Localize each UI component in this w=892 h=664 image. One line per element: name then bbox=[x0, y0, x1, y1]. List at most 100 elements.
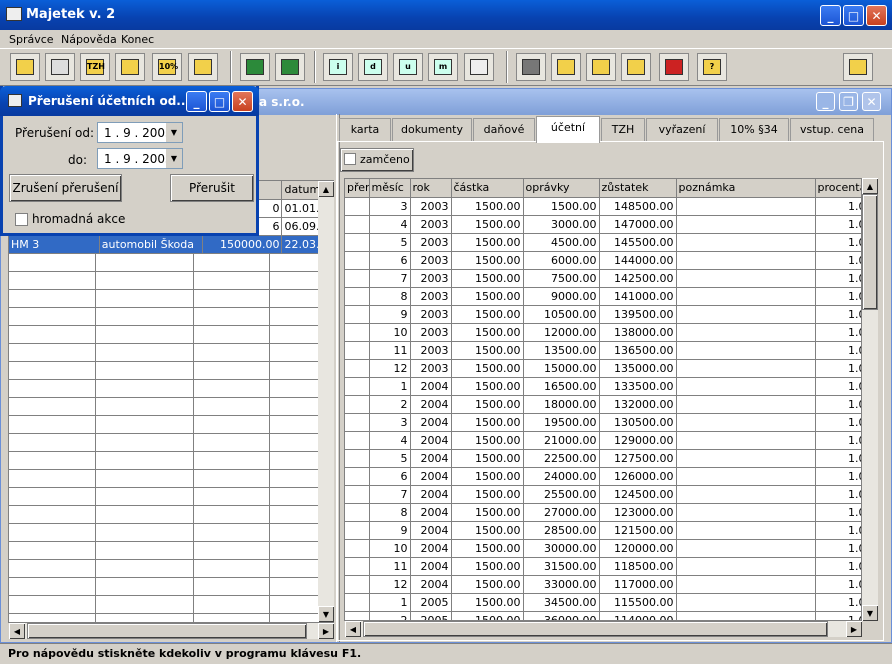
tab-2[interactable]: daňové bbox=[473, 118, 535, 142]
table-row[interactable]: 620041500.0024000.00126000.00 1.00 bbox=[345, 467, 861, 486]
child-close-icon[interactable]: ✕ bbox=[862, 92, 881, 111]
info-d-icon-button[interactable]: d bbox=[358, 53, 388, 81]
table-row[interactable]: 120041500.0016500.00133500.00 1.00 bbox=[345, 377, 861, 396]
mass-action-checkbox[interactable] bbox=[15, 213, 28, 226]
table-row[interactable]: 620031500.006000.00144000.00 1.00 bbox=[345, 251, 861, 270]
table-row[interactable] bbox=[9, 469, 320, 488]
upload-icon-button[interactable] bbox=[188, 53, 218, 81]
close-icon[interactable]: ✕ bbox=[866, 5, 887, 26]
table-row[interactable]: 820041500.0027000.00123000.00 1.00 bbox=[345, 503, 861, 522]
table-row[interactable]: 1120041500.0031500.00118500.00 1.00 bbox=[345, 557, 861, 576]
tab-1[interactable]: dokumenty bbox=[392, 118, 472, 142]
scroll-down-icon[interactable]: ▼ bbox=[862, 605, 878, 621]
scroll-up-icon[interactable]: ▲ bbox=[318, 181, 334, 197]
dropdown-icon[interactable]: ▼ bbox=[166, 123, 182, 142]
table-row[interactable]: 320031500.001500.00148500.001.00 bbox=[345, 197, 861, 216]
dialog-minimize-icon[interactable]: _ bbox=[186, 91, 207, 112]
scroll-left-icon[interactable]: ◀ bbox=[345, 621, 361, 637]
table-row[interactable] bbox=[9, 433, 320, 452]
scroll-right-icon[interactable]: ▶ bbox=[318, 623, 334, 639]
child-restore-icon[interactable]: ❐ bbox=[839, 92, 858, 111]
tab-4[interactable]: TZH bbox=[601, 118, 645, 142]
open-folder-icon-button[interactable] bbox=[10, 53, 40, 81]
tab-6[interactable]: 10% §34 bbox=[719, 118, 789, 142]
chart-icon-button[interactable] bbox=[464, 53, 494, 81]
hscroll-thumb[interactable] bbox=[27, 623, 307, 639]
table-row[interactable]: 720031500.007500.00142500.00 1.00 bbox=[345, 269, 861, 288]
table-row[interactable] bbox=[9, 379, 320, 398]
table-row[interactable] bbox=[9, 505, 320, 524]
scroll-down-icon[interactable]: ▼ bbox=[318, 606, 334, 622]
right-grid[interactable]: přer měsíc rok částka oprávky zůstatek poznámk… bbox=[344, 178, 862, 621]
to-date-input[interactable]: 1 . 9 . 2003 ▼ bbox=[97, 148, 183, 169]
tzh-icon-button[interactable]: TZH bbox=[80, 53, 110, 81]
left-grid[interactable]: datum p 0 01.01.95 6 06.09.02 HM 3 automobi… bbox=[8, 180, 334, 623]
dialog-close-icon[interactable]: ✕ bbox=[232, 91, 253, 112]
table-row[interactable]: 1120031500.0013500.00136500.00 1.00 bbox=[345, 341, 861, 360]
right-vscroll[interactable]: ▲ ▼ bbox=[862, 178, 878, 621]
from-date-input[interactable]: 1 . 9 . 2003 ▼ bbox=[97, 122, 183, 143]
column-header[interactable]: částka bbox=[451, 179, 524, 198]
table-row[interactable]: 1020041500.0030000.00120000.00 1.00 bbox=[345, 539, 861, 558]
table-row[interactable]: 820031500.009000.00141000.00 1.00 bbox=[345, 287, 861, 306]
table-row[interactable] bbox=[9, 595, 320, 614]
edit-icon-button[interactable] bbox=[551, 53, 581, 81]
table-row[interactable] bbox=[9, 361, 320, 380]
tab-5[interactable]: vyřazení bbox=[646, 118, 718, 142]
table-row[interactable]: 120051500.0034500.00115500.00 1.00 bbox=[345, 593, 861, 612]
vscroll-thumb[interactable] bbox=[862, 194, 878, 310]
exit-icon-button[interactable] bbox=[843, 53, 873, 81]
child-minimize-icon[interactable]: _ bbox=[816, 92, 835, 111]
table-row[interactable]: 1020031500.0012000.00138000.00 1.00 bbox=[345, 323, 861, 342]
table-row[interactable] bbox=[9, 289, 320, 308]
minimize-icon[interactable]: _ bbox=[820, 5, 841, 26]
print-icon-button[interactable] bbox=[45, 53, 75, 81]
table-row[interactable]: 720041500.0025500.00124500.00 1.00 bbox=[345, 485, 861, 504]
table-row[interactable]: 1220031500.0015000.00135000.00 1.00 bbox=[345, 359, 861, 378]
table-row[interactable] bbox=[9, 325, 320, 344]
column-header[interactable]: přer bbox=[345, 179, 370, 198]
ten-percent-icon-button[interactable]: 10% bbox=[152, 53, 182, 81]
info-i-icon-button[interactable]: i bbox=[323, 53, 353, 81]
scroll-up-icon[interactable]: ▲ bbox=[862, 178, 878, 194]
tab-0[interactable]: karta bbox=[339, 118, 391, 142]
open-icon-button[interactable] bbox=[586, 53, 616, 81]
table-row[interactable] bbox=[9, 415, 320, 434]
column-header[interactable]: měsíc bbox=[369, 179, 411, 198]
calculator-2-icon-button[interactable] bbox=[275, 53, 305, 81]
column-header[interactable]: procenta bbox=[815, 179, 861, 198]
column-header[interactable]: poznámka bbox=[676, 179, 816, 198]
left-vscroll[interactable]: ▲ ▼ bbox=[318, 181, 334, 622]
table-row[interactable]: 520041500.0022500.00127500.00 1.00 bbox=[345, 449, 861, 468]
save-icon-button[interactable] bbox=[659, 53, 689, 81]
menu-konec[interactable]: Konec bbox=[121, 33, 154, 46]
table-row[interactable] bbox=[9, 523, 320, 542]
info-m-icon-button[interactable]: m bbox=[428, 53, 458, 81]
table-row[interactable]: 220041500.0018000.00132000.00 1.00 bbox=[345, 395, 861, 414]
info-u-icon-button[interactable]: u bbox=[393, 53, 423, 81]
table-row[interactable] bbox=[9, 253, 320, 272]
table-row[interactable]: 1220041500.0033000.00117000.00 1.00 bbox=[345, 575, 861, 594]
calculator-icon-button[interactable] bbox=[240, 53, 270, 81]
tab-3[interactable]: účetní bbox=[536, 116, 600, 143]
menu-napoveda[interactable]: Nápověda bbox=[61, 33, 117, 46]
column-header[interactable]: zůstatek bbox=[599, 179, 677, 198]
cancel-interruption-button[interactable]: Zrušení přerušení bbox=[9, 174, 122, 202]
left-hscroll[interactable]: ◀ ▶ bbox=[9, 623, 334, 639]
table-row[interactable] bbox=[9, 559, 320, 578]
table-row[interactable] bbox=[9, 451, 320, 470]
table-row[interactable]: 520031500.004500.00145500.00 1.00 bbox=[345, 233, 861, 252]
menu-spravce[interactable]: Správce bbox=[9, 33, 54, 46]
table-row[interactable]: 920031500.0010500.00139500.00 1.00 bbox=[345, 305, 861, 324]
table-row[interactable] bbox=[9, 343, 320, 362]
help-icon-button[interactable]: ? bbox=[697, 53, 727, 81]
table-row[interactable]: 420031500.003000.00147000.00 1.00 bbox=[345, 215, 861, 234]
column-header[interactable]: rok bbox=[410, 179, 452, 198]
scroll-right-icon[interactable]: ▶ bbox=[846, 621, 862, 637]
table-row-selected[interactable]: HM 3 automobil Škoda 150000.00 22.03.03 bbox=[9, 235, 333, 254]
table-row[interactable] bbox=[9, 487, 320, 506]
dialog-maximize-icon[interactable]: □ bbox=[209, 91, 230, 112]
right-hscroll[interactable]: ◀ ▶ bbox=[345, 621, 862, 637]
table-row[interactable]: 420041500.0021000.00129000.00 1.00 bbox=[345, 431, 861, 450]
notes-icon-button[interactable] bbox=[621, 53, 651, 81]
